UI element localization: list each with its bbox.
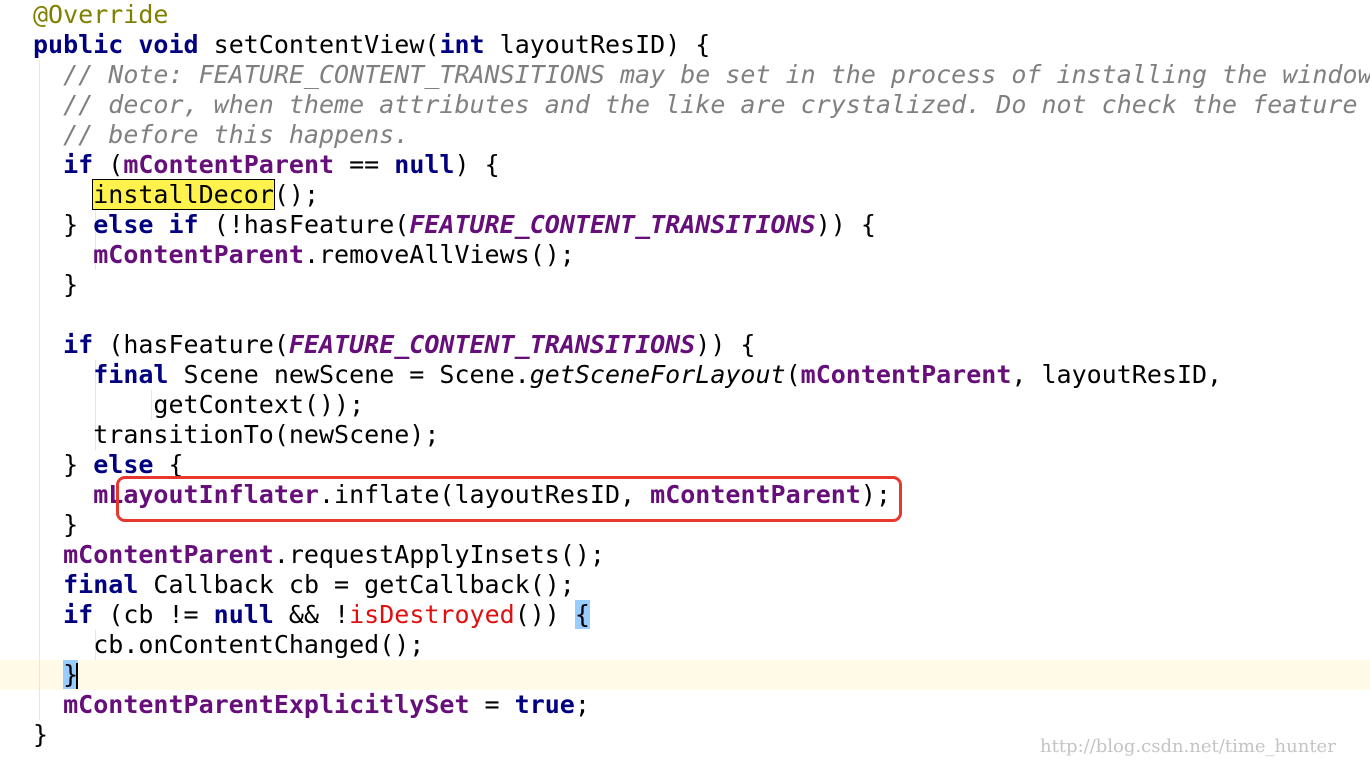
watermark: http://blog.csdn.net/time_hunter bbox=[1040, 736, 1336, 757]
code-line[interactable]: @Override bbox=[33, 0, 168, 30]
code-editor[interactable]: @Override public void setContentView(int… bbox=[0, 0, 1370, 768]
constant: FEATURE_CONTENT_TRANSITIONS bbox=[409, 210, 816, 239]
code-text: { bbox=[153, 450, 184, 479]
keyword: void bbox=[138, 30, 199, 59]
method-name: setContentView( bbox=[213, 30, 440, 59]
highlight-box bbox=[116, 476, 902, 522]
code-text: ) { bbox=[454, 150, 500, 179]
matched-brace: { bbox=[574, 600, 590, 629]
comment: // before this happens. bbox=[63, 120, 410, 149]
static-method: getSceneForLayout bbox=[529, 360, 786, 389]
code-text: .removeAllViews(); bbox=[303, 240, 575, 269]
keyword: if bbox=[168, 210, 199, 239]
code-line[interactable]: public void setContentView(int layoutRes… bbox=[33, 30, 710, 60]
code-text: } bbox=[63, 510, 79, 539]
code-text: ( bbox=[785, 360, 801, 389]
code-line[interactable]: } bbox=[33, 510, 78, 540]
field-reference: mContentParentExplicitlySet bbox=[63, 690, 470, 719]
code-line[interactable]: if (mContentParent == null) { bbox=[33, 150, 500, 180]
keyword: if bbox=[63, 330, 94, 359]
code-text: && ! bbox=[273, 600, 350, 629]
code-line[interactable]: final Scene newScene = Scene.getSceneFor… bbox=[33, 360, 1222, 390]
code-line[interactable]: installDecor(); bbox=[33, 179, 319, 210]
code-line[interactable]: mContentParentExplicitlySet = true; bbox=[33, 690, 590, 720]
keyword: else bbox=[93, 450, 154, 479]
code-text: layoutResID) { bbox=[484, 30, 711, 59]
code-line[interactable]: cb.onContentChanged(); bbox=[33, 630, 424, 660]
code-text: = bbox=[469, 690, 515, 719]
code-line[interactable]: getContext()); bbox=[33, 390, 364, 420]
code-line[interactable]: } bbox=[33, 720, 48, 750]
keyword: final bbox=[63, 570, 139, 599]
code-text: )) { bbox=[815, 210, 876, 239]
code-line[interactable]: } bbox=[33, 660, 79, 690]
code-line[interactable]: // Note: FEATURE_CONTENT_TRANSITIONS may… bbox=[33, 60, 1370, 90]
comment: // Note: FEATURE_CONTENT_TRANSITIONS may… bbox=[63, 60, 1370, 89]
search-highlight[interactable]: installDecor bbox=[92, 179, 275, 210]
code-line[interactable]: if (hasFeature(FEATURE_CONTENT_TRANSITIO… bbox=[33, 330, 756, 360]
keyword: null bbox=[394, 150, 455, 179]
code-text: )) { bbox=[695, 330, 756, 359]
code-line[interactable]: mContentParent.requestApplyInsets(); bbox=[33, 540, 605, 570]
keyword: if bbox=[63, 600, 94, 629]
comment: // decor, when theme attributes and the … bbox=[63, 90, 1358, 119]
code-text: transitionTo(newScene); bbox=[93, 420, 440, 449]
code-line[interactable]: mContentParent.removeAllViews(); bbox=[33, 240, 575, 270]
code-line[interactable]: // before this happens. bbox=[33, 120, 409, 150]
field-reference: mContentParent bbox=[63, 540, 274, 569]
code-text: cb.onContentChanged(); bbox=[93, 630, 425, 659]
code-text: (hasFeature( bbox=[93, 330, 289, 359]
code-text: Callback cb = getCallback(); bbox=[138, 570, 575, 599]
code-line[interactable]: // decor, when theme attributes and the … bbox=[33, 90, 1358, 120]
code-line[interactable]: if (cb != null && !isDestroyed()) { bbox=[33, 600, 590, 630]
keyword: public bbox=[33, 30, 124, 59]
annotation: @Override bbox=[33, 0, 169, 29]
code-text: .requestApplyInsets(); bbox=[273, 540, 605, 569]
code-text: (cb != bbox=[93, 600, 214, 629]
current-line-highlight bbox=[0, 660, 1370, 690]
keyword: final bbox=[93, 360, 169, 389]
field-reference: mContentParent bbox=[123, 150, 335, 179]
code-line[interactable]: transitionTo(newScene); bbox=[33, 420, 439, 450]
code-text: (!hasFeature( bbox=[198, 210, 410, 239]
code-text: } bbox=[63, 270, 79, 299]
code-text: ( bbox=[93, 150, 124, 179]
code-text: } bbox=[63, 210, 94, 239]
keyword: if bbox=[63, 150, 94, 179]
code-line[interactable]: } bbox=[33, 270, 78, 300]
code-text: , layoutResID, bbox=[1011, 360, 1223, 389]
code-text: == bbox=[334, 150, 395, 179]
code-text: } bbox=[33, 720, 49, 749]
keyword: int bbox=[439, 30, 485, 59]
code-text: ; bbox=[574, 690, 590, 719]
constant: FEATURE_CONTENT_TRANSITIONS bbox=[288, 330, 696, 359]
field-reference: mContentParent bbox=[800, 360, 1012, 389]
code-text: (); bbox=[273, 180, 319, 209]
keyword: true bbox=[514, 690, 575, 719]
code-text: getContext()); bbox=[153, 390, 365, 419]
keyword: else bbox=[93, 210, 154, 239]
code-line[interactable]: } else if (!hasFeature(FEATURE_CONTENT_T… bbox=[33, 210, 876, 240]
code-text: Scene newScene = Scene. bbox=[168, 360, 530, 389]
keyword: null bbox=[213, 600, 274, 629]
code-line[interactable]: final Callback cb = getCallback(); bbox=[33, 570, 575, 600]
code-text: } bbox=[63, 450, 94, 479]
text-caret bbox=[76, 663, 79, 689]
field-reference: mContentParent bbox=[93, 240, 304, 269]
unresolved-method: isDestroyed bbox=[349, 600, 515, 629]
code-text: ()) bbox=[514, 600, 575, 629]
